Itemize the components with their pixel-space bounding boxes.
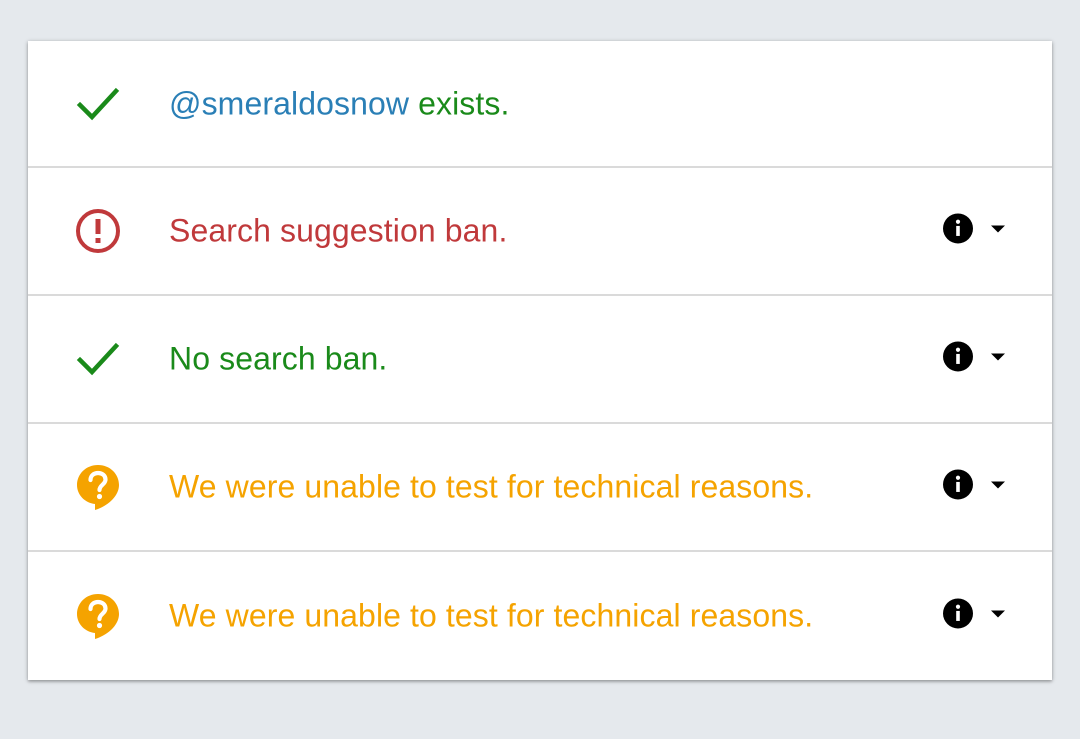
row-controls xyxy=(942,340,1008,372)
expand-caret-icon[interactable] xyxy=(988,346,1008,366)
info-icon[interactable] xyxy=(942,340,974,372)
info-icon[interactable] xyxy=(942,212,974,244)
checkmark-icon xyxy=(74,335,122,383)
expand-caret-icon[interactable] xyxy=(988,603,1008,623)
result-row-unknown: We were unable to test for technical rea… xyxy=(28,552,1052,680)
result-row-search-ban: No search ban. xyxy=(28,296,1052,424)
row-controls xyxy=(942,212,1008,244)
question-bubble-icon xyxy=(74,592,122,640)
row-controls xyxy=(942,468,1008,500)
exists-text: exists. xyxy=(409,85,510,121)
result-message: We were unable to test for technical rea… xyxy=(169,468,814,505)
result-message: Search suggestion ban. xyxy=(169,212,508,249)
question-bubble-icon xyxy=(74,463,122,511)
expand-caret-icon[interactable] xyxy=(988,474,1008,494)
result-message: No search ban. xyxy=(169,340,388,377)
result-row-exists: @smeraldosnow exists. xyxy=(28,41,1052,168)
results-card: @smeraldosnow exists. Search suggestion … xyxy=(28,41,1052,680)
checkmark-icon xyxy=(74,80,122,128)
result-message: @smeraldosnow exists. xyxy=(169,85,510,122)
expand-caret-icon[interactable] xyxy=(988,218,1008,238)
info-icon[interactable] xyxy=(942,597,974,629)
row-controls xyxy=(942,597,1008,629)
info-icon[interactable] xyxy=(942,468,974,500)
alert-circle-icon xyxy=(74,207,122,255)
result-row-suggestion-ban: Search suggestion ban. xyxy=(28,168,1052,296)
result-message: We were unable to test for technical rea… xyxy=(169,597,814,634)
username-handle[interactable]: @smeraldosnow xyxy=(169,85,409,121)
result-row-unknown: We were unable to test for technical rea… xyxy=(28,424,1052,552)
